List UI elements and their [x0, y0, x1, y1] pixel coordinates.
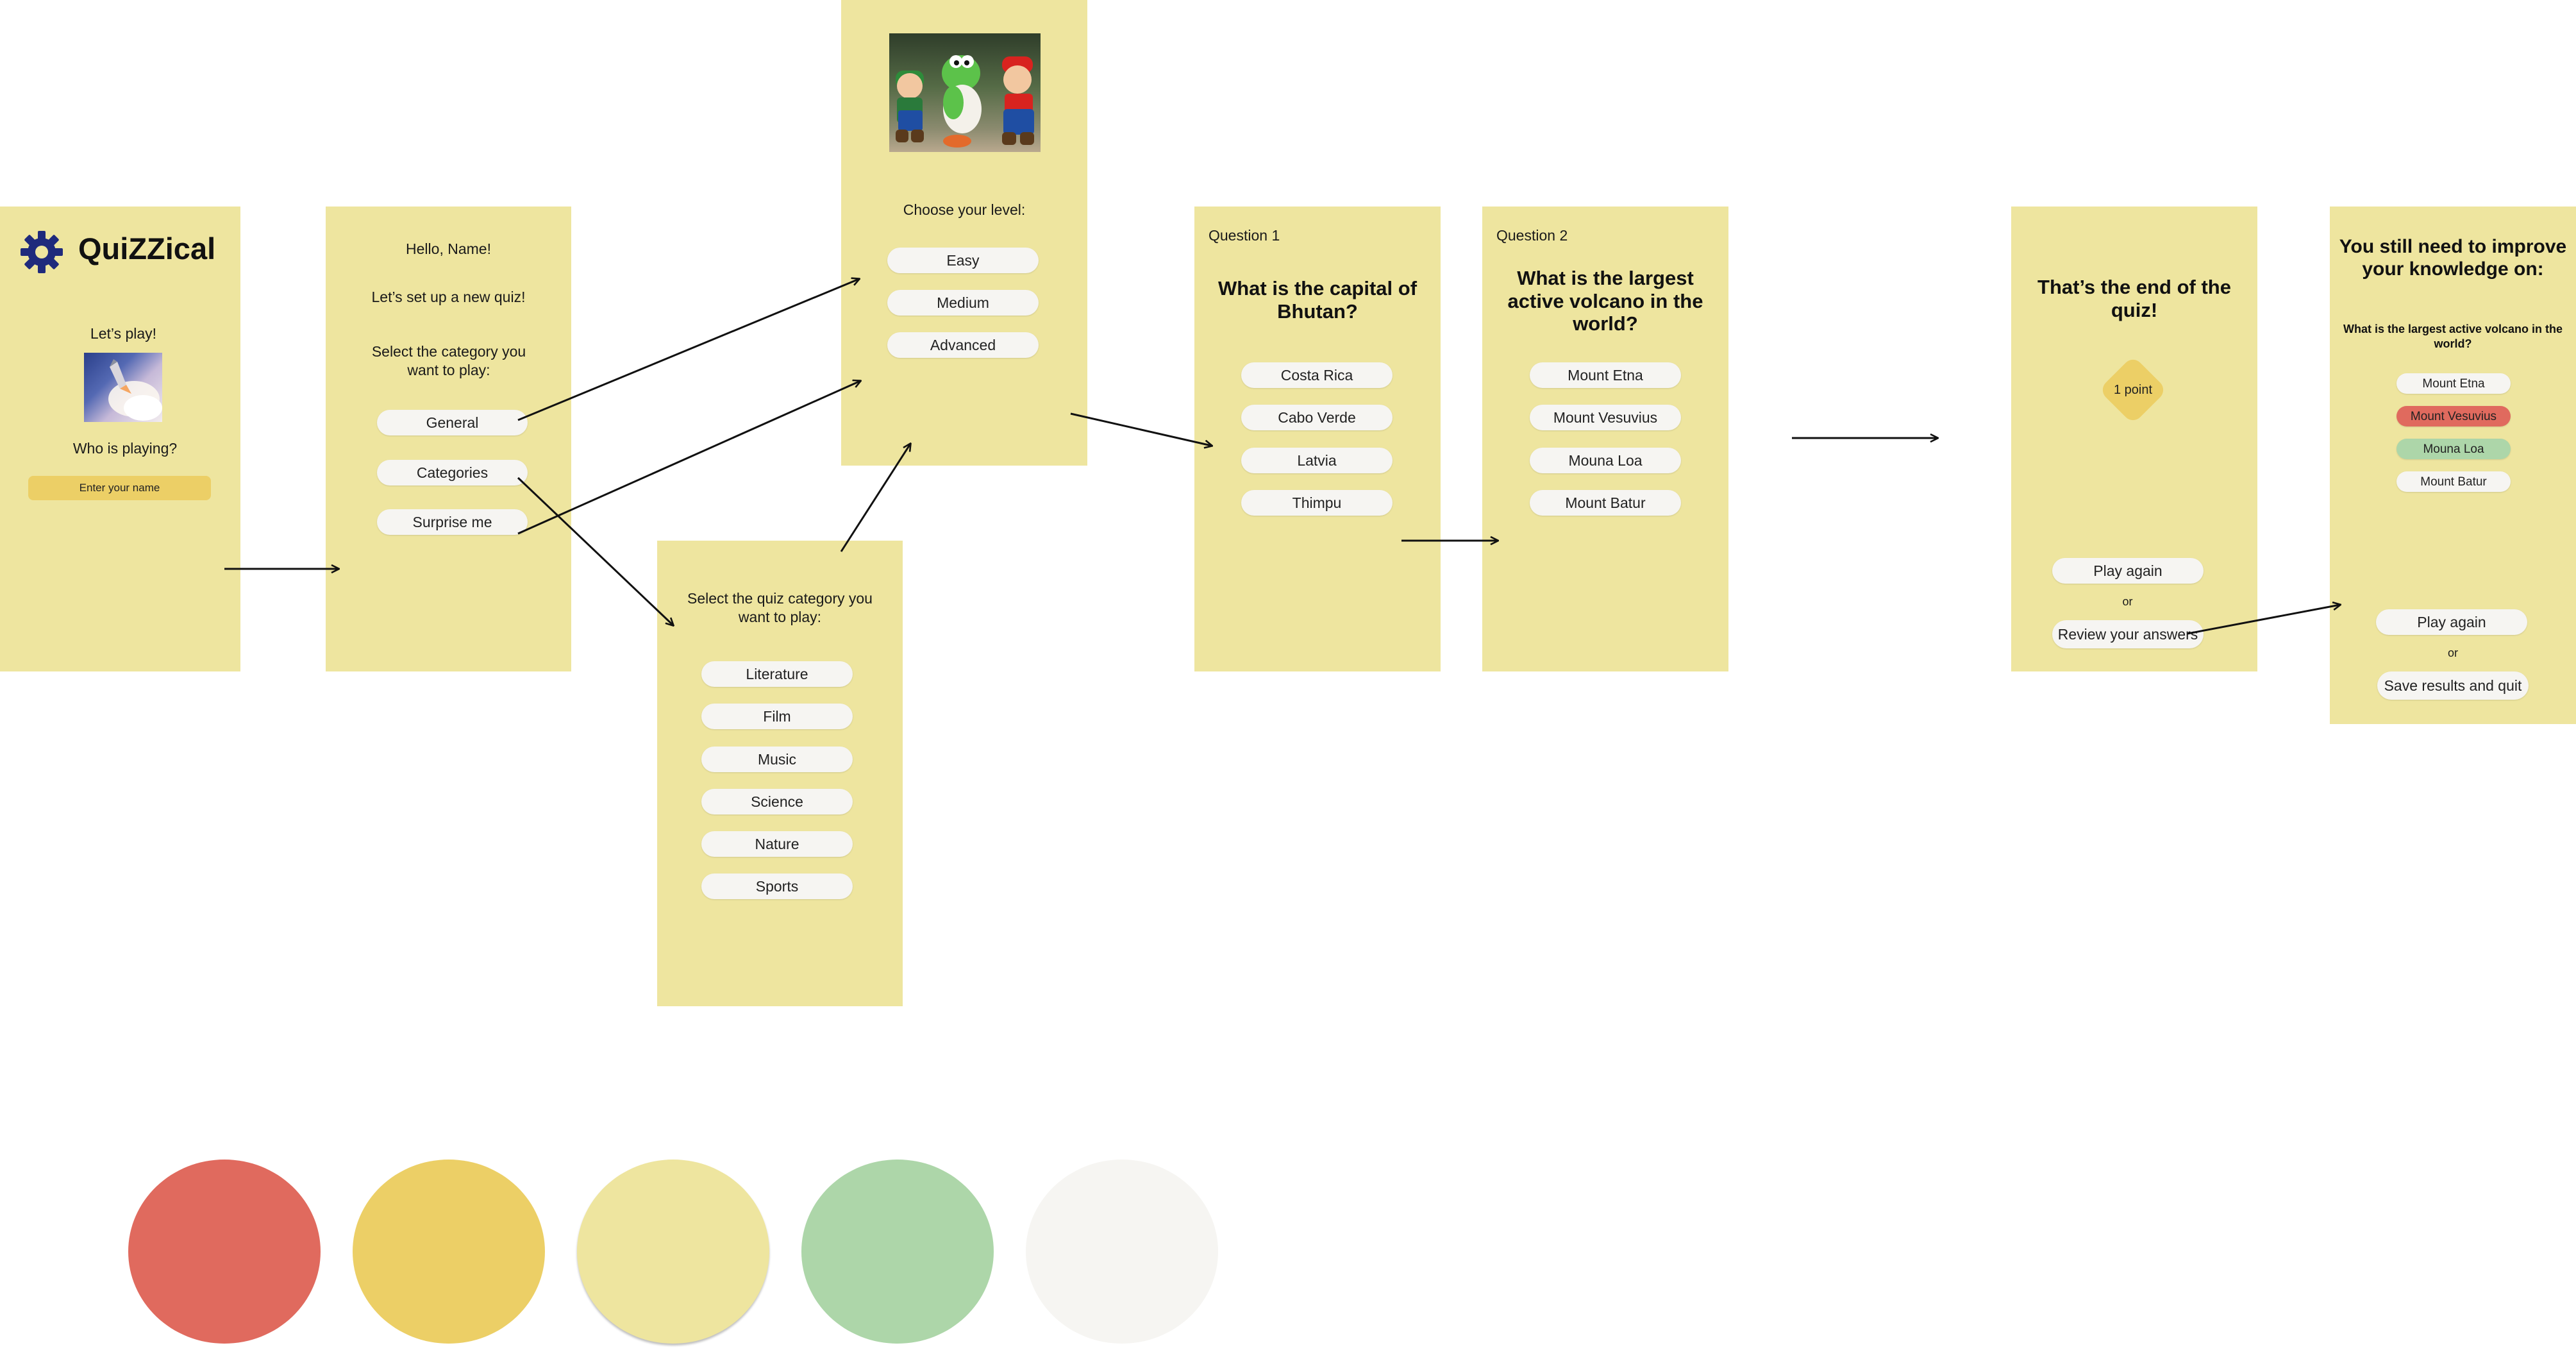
question2-screen: Question 2 What is the largest active vo… [1482, 207, 1728, 671]
category-nature-button[interactable]: Nature [701, 831, 853, 857]
level-screen: Choose your level: Easy Medium Advanced [841, 0, 1087, 466]
wrong-answer-option: Mount Vesuvius [2396, 406, 2511, 426]
greeting-text: Hello, Name! [406, 240, 491, 257]
advanced-button[interactable]: Advanced [887, 332, 1039, 358]
category-sports-button[interactable]: Sports [701, 873, 853, 899]
lets-play-text: Let’s play! [90, 325, 157, 342]
or-text: or [2447, 646, 2458, 659]
or-text: or [2122, 595, 2133, 608]
correct-answer-option: Mouna Loa [2396, 439, 2511, 459]
answer-button[interactable]: Mount Etna [1530, 362, 1681, 388]
who-playing-text: Who is playing? [72, 440, 178, 457]
category-screen: Select the quiz category you want to pla… [657, 541, 903, 1006]
play-again-button[interactable]: Play again [2376, 609, 2527, 635]
quiz-category-title: Select the quiz category you want to pla… [687, 590, 873, 625]
answer-button[interactable]: Mount Batur [1530, 490, 1681, 516]
easy-button[interactable]: Easy [887, 248, 1039, 273]
rocket-image [84, 353, 162, 422]
color-swatch-light-yellow [577, 1160, 769, 1344]
review-question-text: What is the largest active volcano in th… [2343, 323, 2563, 350]
answer-button[interactable]: Cabo Verde [1241, 405, 1393, 430]
answer-option: Mount Etna [2396, 373, 2511, 394]
color-swatch-off-white [1026, 1160, 1218, 1344]
answer-button[interactable]: Mount Vesuvius [1530, 405, 1681, 430]
question-text: What is the capital of Bhutan? [1217, 277, 1418, 323]
review-title: You still need to improve your knowledge… [2339, 236, 2567, 280]
review-answers-button[interactable]: Review your answers [2052, 620, 2204, 648]
surprise-me-button[interactable]: Surprise me [377, 509, 528, 535]
general-button[interactable]: General [377, 410, 528, 435]
color-swatch-green [801, 1160, 994, 1344]
question-number-label: Question 2 [1496, 227, 1568, 244]
answer-option: Mount Batur [2396, 471, 2511, 492]
color-swatch-gold [353, 1160, 545, 1344]
category-science-button[interactable]: Science [701, 789, 853, 814]
category-literature-button[interactable]: Literature [701, 661, 853, 687]
review-screen: You still need to improve your knowledge… [2330, 207, 2576, 724]
answer-button[interactable]: Mouna Loa [1530, 448, 1681, 473]
category-music-button[interactable]: Music [701, 747, 853, 772]
mario-characters-image [889, 33, 1041, 152]
question1-screen: Question 1 What is the capital of Bhutan… [1194, 207, 1441, 671]
question-number-label: Question 1 [1209, 227, 1280, 244]
question-text: What is the largest active volcano in th… [1507, 267, 1703, 335]
end-screen: That’s the end of the quiz! 1 point Play… [2011, 207, 2257, 671]
app-title: QuiZZical [78, 232, 216, 266]
name-input[interactable]: Enter your name [28, 476, 211, 500]
play-again-button[interactable]: Play again [2052, 558, 2204, 584]
setup-text: Let’s set up a new quiz! [371, 289, 526, 305]
gear-icon [19, 230, 64, 274]
setup-screen: Hello, Name! Let’s set up a new quiz! Se… [326, 207, 571, 671]
flow-arrows [224, 0, 2576, 635]
save-results-button[interactable]: Save results and quit [2377, 671, 2529, 700]
categories-button[interactable]: Categories [377, 460, 528, 485]
welcome-screen: QuiZZical Let’s play! Who is playing? En… [0, 207, 240, 671]
score-text: 1 point [2113, 382, 2153, 397]
end-title: That’s the end of the quiz! [2037, 276, 2231, 321]
medium-button[interactable]: Medium [887, 290, 1039, 316]
answer-button[interactable]: Costa Rica [1241, 362, 1393, 388]
answer-button[interactable]: Latvia [1241, 448, 1393, 473]
color-swatch-red [128, 1160, 321, 1344]
choose-level-text: Choose your level: [903, 201, 1026, 218]
select-category-text: Select the category you want to play: [371, 343, 526, 378]
answer-button[interactable]: Thimpu [1241, 490, 1393, 516]
arrow-level-to-question1 [1070, 412, 1212, 446]
score-badge: 1 point [2098, 355, 2168, 425]
category-film-button[interactable]: Film [701, 704, 853, 729]
